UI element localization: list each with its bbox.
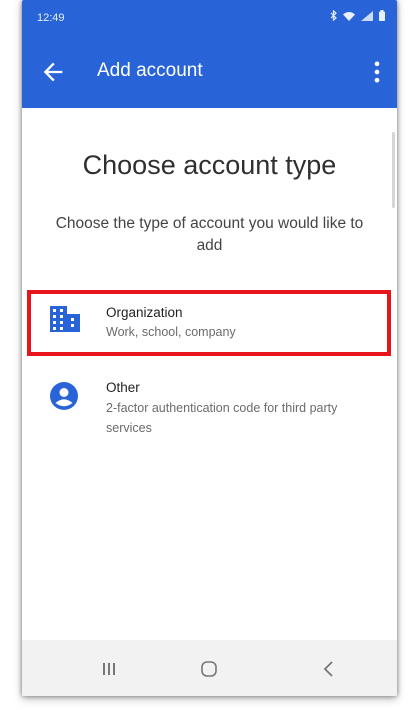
- app-bar: Add account: [22, 36, 397, 108]
- recents-icon[interactable]: [94, 656, 124, 682]
- status-bar: 12:49: [22, 0, 397, 36]
- choose-account-subheading: Choose the type of account you would lik…: [55, 215, 364, 254]
- option-other[interactable]: Other 2-factor authentication code for t…: [22, 370, 397, 460]
- option-other-title: Other: [106, 380, 140, 395]
- nav-back-icon[interactable]: [314, 656, 344, 682]
- wifi-icon: [343, 11, 355, 21]
- option-organization[interactable]: Organization Work, school, company: [22, 290, 397, 358]
- choose-account-heading: Choose account type: [82, 150, 337, 180]
- more-vert-icon[interactable]: [363, 58, 391, 86]
- status-icons: [330, 10, 385, 21]
- option-organization-subtitle: Work, school, company: [106, 325, 236, 339]
- page-title: Add account: [97, 60, 203, 81]
- back-arrow-icon[interactable]: [39, 58, 67, 86]
- bluetooth-icon: [330, 10, 337, 21]
- signal-icon: [361, 10, 373, 21]
- home-icon[interactable]: [194, 656, 224, 682]
- option-organization-title: Organization: [106, 305, 183, 320]
- battery-icon: [379, 10, 385, 21]
- status-time: 12:49: [37, 12, 65, 24]
- person-icon: [50, 382, 78, 410]
- building-icon: [50, 306, 80, 332]
- phone-screen: 12:49 Add account Choose account type Ch…: [22, 0, 397, 696]
- system-nav-bar: [22, 640, 397, 696]
- option-other-subtitle: 2-factor authentication code for third p…: [106, 401, 338, 435]
